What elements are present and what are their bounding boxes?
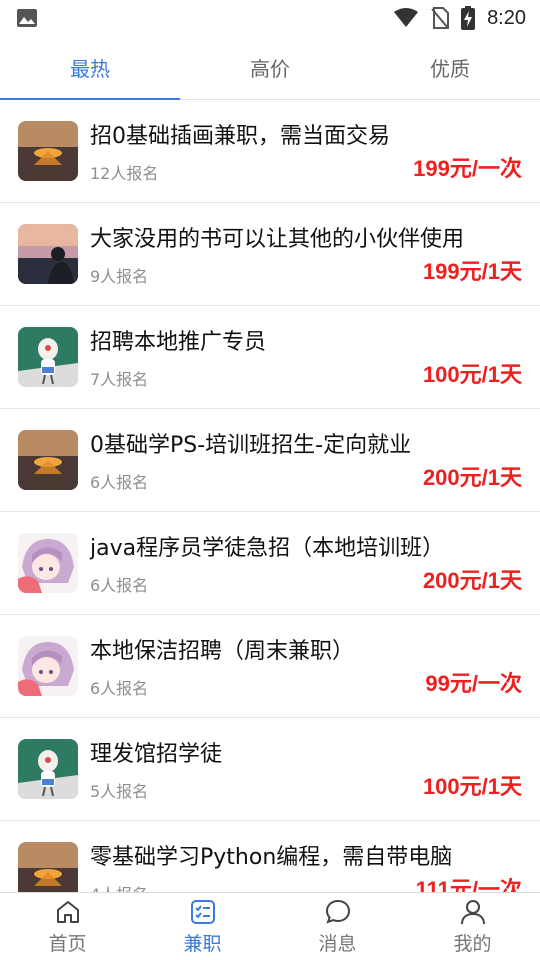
nav-part-time[interactable]: 兼职 bbox=[135, 893, 270, 960]
job-price: 100元/1天 bbox=[422, 774, 522, 799]
sunset-thumbnail bbox=[18, 430, 78, 490]
job-list-item[interactable]: 本地保洁招聘（周末兼职） 6人报名 99元/一次 bbox=[0, 615, 540, 718]
job-list-item[interactable]: 0基础学PS-培训班招生-定向就业 6人报名 200元/1天 bbox=[0, 409, 540, 512]
nav-messages-label: 消息 bbox=[318, 932, 357, 955]
job-list-item[interactable]: 零基础学习Python编程，需自带电脑 4人报名 111元/一次 bbox=[0, 821, 540, 892]
tab-hottest[interactable]: 最热 bbox=[0, 36, 180, 100]
job-list-item[interactable]: 招聘本地推广专员 7人报名 100元/1天 bbox=[0, 306, 540, 409]
nav-part-time-label: 兼职 bbox=[183, 932, 222, 955]
wifi-icon bbox=[394, 8, 419, 27]
signup-count: 6人报名 bbox=[90, 679, 149, 698]
person-icon bbox=[460, 899, 485, 924]
job-price: 100元/1天 bbox=[422, 362, 522, 387]
job-list-item[interactable]: 大家没用的书可以让其他的小伙伴使用 9人报名 199元/1天 bbox=[0, 203, 540, 306]
job-title: 大家没用的书可以让其他的小伙伴使用 bbox=[90, 227, 465, 252]
nav-mine-label: 我的 bbox=[453, 932, 492, 955]
nav-messages[interactable]: 消息 bbox=[270, 893, 405, 960]
job-title: 理发馆招学徒 bbox=[90, 742, 223, 767]
job-title: 本地保洁招聘（周末兼职） bbox=[90, 639, 355, 664]
signup-count: 6人报名 bbox=[90, 473, 149, 492]
job-title: 0基础学PS-培训班招生-定向就业 bbox=[90, 433, 412, 458]
signup-count: 5人报名 bbox=[90, 782, 149, 801]
signup-count: 6人报名 bbox=[90, 576, 149, 595]
cartoon-girl-thumbnail bbox=[18, 739, 78, 799]
home-icon bbox=[56, 900, 79, 923]
cartoon-girl-thumbnail bbox=[18, 327, 78, 387]
signup-count: 4人报名 bbox=[90, 881, 148, 892]
job-list-item[interactable]: java程序员学徒急招（本地培训班） 6人报名 200元/1天 bbox=[0, 512, 540, 615]
job-price: 200元/1天 bbox=[422, 568, 522, 593]
job-title: 招0基础插画兼职，需当面交易 bbox=[90, 124, 390, 149]
task-list-icon bbox=[190, 899, 215, 924]
job-title: 招聘本地推广专员 bbox=[90, 330, 267, 355]
silhouette-thumbnail bbox=[18, 224, 78, 284]
signup-count: 7人报名 bbox=[90, 370, 149, 389]
job-price: 200元/1天 bbox=[422, 465, 522, 490]
no-sim-icon bbox=[431, 7, 450, 29]
nav-mine[interactable]: 我的 bbox=[405, 893, 540, 960]
job-list[interactable]: 招0基础插画兼职，需当面交易 12人报名 199元/一次 大家没用的书可以让其他… bbox=[0, 100, 540, 892]
battery-charging-icon bbox=[461, 6, 476, 30]
sunset-thumbnail bbox=[18, 842, 78, 892]
status-bar: 8:20 bbox=[0, 0, 540, 36]
job-title: java程序员学徒急招（本地培训班） bbox=[90, 536, 445, 561]
anime-girl-thumbnail bbox=[18, 533, 78, 593]
chat-bubble-icon bbox=[325, 899, 350, 924]
nav-home[interactable]: 首页 bbox=[0, 893, 135, 960]
signup-count: 12人报名 bbox=[90, 164, 159, 183]
gallery-notification-icon bbox=[17, 9, 37, 27]
sunset-thumbnail bbox=[18, 121, 78, 181]
job-list-item[interactable]: 理发馆招学徒 5人报名 100元/1天 bbox=[0, 718, 540, 821]
job-title: 零基础学习Python编程，需自带电脑 bbox=[90, 845, 453, 870]
job-price: 111元/一次 bbox=[415, 877, 522, 892]
bottom-nav: 首页 兼职 消息 我的 bbox=[0, 892, 540, 960]
anime-girl-thumbnail bbox=[18, 636, 78, 696]
signup-count: 9人报名 bbox=[90, 267, 149, 286]
nav-home-label: 首页 bbox=[48, 932, 87, 955]
job-price: 99元/一次 bbox=[425, 671, 522, 696]
job-price: 199元/一次 bbox=[413, 156, 522, 181]
job-price: 199元/1天 bbox=[422, 259, 522, 284]
job-list-item[interactable]: 招0基础插画兼职，需当面交易 12人报名 199元/一次 bbox=[0, 100, 540, 203]
tab-quality[interactable]: 优质 bbox=[360, 36, 540, 99]
tab-high-price[interactable]: 高价 bbox=[180, 36, 360, 99]
status-time: 8:20 bbox=[487, 6, 526, 29]
category-tabs: 最热 高价 优质 bbox=[0, 36, 540, 100]
